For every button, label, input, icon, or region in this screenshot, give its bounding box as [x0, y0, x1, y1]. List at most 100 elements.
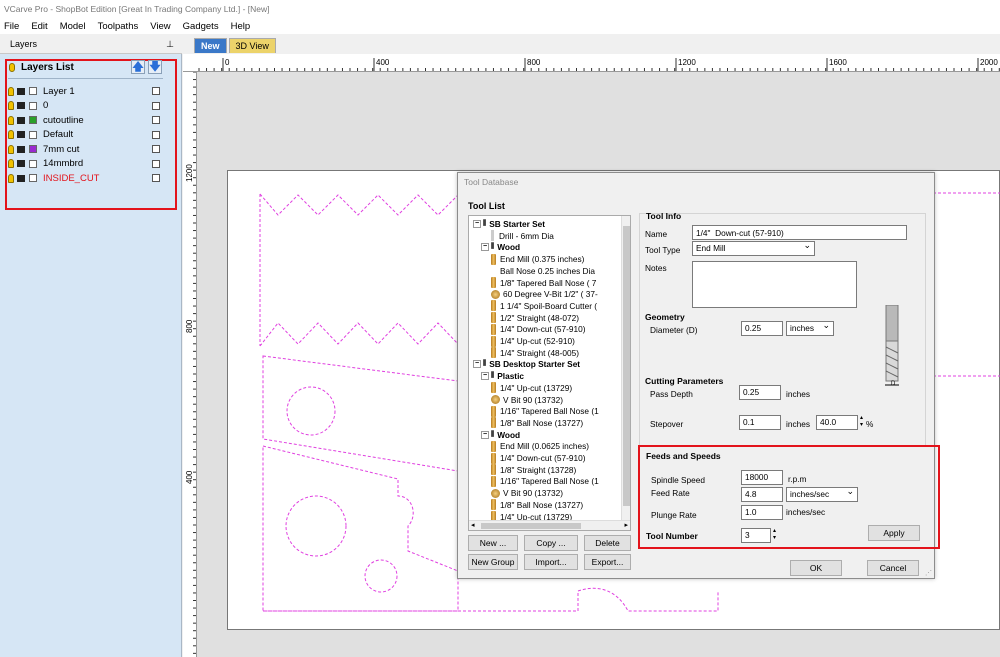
menu-model[interactable]: Model [60, 21, 86, 32]
menu-file[interactable]: File [4, 21, 19, 32]
layer-row[interactable]: cutoutline [8, 113, 160, 127]
monitor-icon[interactable] [17, 174, 25, 182]
tool-item[interactable]: 1/4" Up-cut (13729) [491, 382, 572, 394]
lower-part-vector[interactable] [262, 445, 459, 612]
tool-tree[interactable]: − ⫼ SB Starter Set Drill - 6mm Dia − ⫼ Wood End… [468, 215, 631, 531]
layer-name[interactable]: cutoutline [43, 115, 152, 126]
layer-name[interactable]: Layer 1 [43, 86, 152, 97]
tool-group-item[interactable]: − ⫼ Wood [481, 429, 520, 441]
tool-item[interactable]: 1/16" Tapered Ball Nose (1 [491, 475, 599, 487]
notes-textarea[interactable] [692, 261, 857, 308]
feed-rate-unit-select[interactable]: inches/sec [786, 485, 858, 502]
menu-help[interactable]: Help [231, 21, 251, 32]
bulb-icon[interactable] [8, 144, 14, 154]
tool-group-item[interactable]: − ⫼ SB Desktop Starter Set [473, 358, 580, 370]
layer-checkbox[interactable] [152, 116, 160, 124]
layer-checkbox[interactable] [152, 145, 160, 153]
layer-row[interactable]: Default [8, 128, 160, 142]
bulb-icon[interactable] [8, 101, 14, 110]
tool-number-spinner-icon[interactable]: ▴ ▾ [773, 528, 776, 542]
stepover-percent-input[interactable]: 40.0 [816, 415, 858, 430]
move-layer-down-icon[interactable]: 🡇 [148, 60, 162, 74]
tree-vertical-scrollbar[interactable] [621, 216, 630, 520]
layer-checkbox[interactable] [152, 87, 160, 95]
tool-item[interactable]: Ball Nose 0.25 inches Dia [491, 265, 595, 277]
tool-item[interactable]: 1/2" Straight (48-072) [491, 312, 579, 324]
zigzag-vector-top[interactable] [259, 193, 459, 216]
apply-button[interactable]: Apply [868, 525, 920, 541]
bulb-icon[interactable] [8, 86, 14, 96]
tool-item[interactable]: 1/8" Straight (13728) [491, 464, 576, 476]
monitor-icon[interactable] [17, 131, 25, 138]
menu-edit[interactable]: Edit [31, 21, 47, 32]
collapse-icon[interactable]: − [481, 372, 489, 381]
tool-type-select[interactable]: End Mill [692, 239, 815, 256]
bulb-icon[interactable] [9, 63, 15, 72]
diameter-unit-select[interactable]: inches [786, 319, 834, 336]
new-tool-button[interactable]: New ... [468, 535, 518, 551]
layer-color-swatch[interactable] [29, 87, 37, 95]
menu-view[interactable]: View [150, 21, 170, 32]
tool-number-input[interactable]: 3 [741, 528, 771, 543]
layer-color-swatch[interactable] [29, 145, 37, 153]
layer-color-swatch[interactable] [29, 116, 37, 124]
tool-item[interactable]: 1/4" Down-cut (57-910) [491, 452, 586, 464]
tool-item[interactable]: 1/4" Straight (48-005) [491, 347, 579, 359]
stepover-input[interactable]: 0.1 [739, 415, 781, 430]
feed-rate-input[interactable]: 4.8 [741, 487, 783, 502]
copy-tool-button[interactable]: Copy ... [524, 535, 578, 551]
tool-item[interactable]: 1/8" Ball Nose (13727) [491, 417, 583, 429]
collapse-icon[interactable]: − [481, 243, 489, 252]
wedge-vector[interactable] [262, 355, 459, 472]
collapse-icon[interactable]: − [481, 430, 489, 439]
circle-vector-1[interactable] [286, 386, 336, 436]
tool-item[interactable]: End Mill (0.375 inches) [491, 253, 584, 265]
layer-color-swatch[interactable] [29, 130, 37, 139]
tool-item[interactable]: End Mill (0.0625 inches) [491, 440, 589, 452]
layer-name[interactable]: 14mmbrd [43, 158, 152, 169]
spindle-speed-input[interactable]: 18000 [741, 470, 783, 485]
pin-icon[interactable]: ⊥ [166, 34, 174, 54]
tab-new[interactable]: New [194, 38, 227, 53]
layer-name[interactable]: INSIDE_CUT [43, 173, 152, 184]
tab-3d-view[interactable]: 3D View [228, 38, 276, 53]
ok-button[interactable]: OK [790, 560, 842, 576]
bottom-edge-vector[interactable] [263, 587, 719, 612]
circle-vector-2[interactable] [285, 495, 347, 557]
monitor-icon[interactable] [17, 87, 25, 95]
layer-row[interactable]: 0 [8, 99, 160, 113]
layer-color-swatch[interactable] [29, 159, 37, 168]
delete-tool-button[interactable]: Delete [584, 535, 631, 551]
tree-horizontal-scroll-thumb[interactable] [481, 523, 581, 529]
bulb-icon[interactable] [8, 115, 14, 125]
bulb-icon[interactable] [8, 130, 14, 139]
plunge-rate-input[interactable]: 1.0 [741, 505, 783, 520]
layer-color-swatch[interactable] [29, 101, 37, 110]
tool-item[interactable]: 60 Degree V-Bit 1/2" ( 37- [491, 288, 598, 300]
monitor-icon[interactable] [17, 160, 25, 167]
layer-row[interactable]: INSIDE_CUT [8, 171, 160, 185]
bulb-icon[interactable] [8, 159, 14, 168]
layer-color-swatch[interactable] [29, 174, 37, 182]
tool-item[interactable]: 1/4" Up-cut (52-910) [491, 335, 575, 347]
tool-item[interactable]: 1/16" Tapered Ball Nose (1 [491, 405, 599, 417]
tool-item[interactable]: 1/4" Down-cut (57-910) [491, 323, 586, 335]
zigzag-vector-middle[interactable] [259, 322, 459, 347]
tree-vertical-scroll-thumb[interactable] [623, 226, 630, 506]
layer-checkbox[interactable] [152, 130, 160, 139]
layer-checkbox[interactable] [152, 174, 160, 182]
monitor-icon[interactable] [17, 145, 25, 153]
monitor-icon[interactable] [17, 116, 25, 124]
tool-item[interactable]: V Bit 90 (13732) [491, 487, 563, 499]
tool-group-item[interactable]: − ⫼ Plastic [481, 370, 524, 382]
collapse-icon[interactable]: − [473, 360, 481, 369]
move-layer-up-icon[interactable]: 🡅 [131, 60, 145, 74]
scroll-right-icon[interactable]: ▸ [624, 521, 628, 529]
monitor-icon[interactable] [17, 102, 25, 109]
layer-checkbox[interactable] [152, 101, 160, 110]
tool-item[interactable]: 1/8" Ball Nose (13727) [491, 499, 583, 511]
tool-item[interactable]: V Bit 90 (13732) [491, 394, 563, 406]
tool-item[interactable]: 1/8" Tapered Ball Nose ( 7 [491, 277, 596, 289]
tool-group-item[interactable]: − ⫼ Wood [481, 241, 520, 253]
tool-item[interactable]: Drill - 6mm Dia [491, 230, 554, 242]
